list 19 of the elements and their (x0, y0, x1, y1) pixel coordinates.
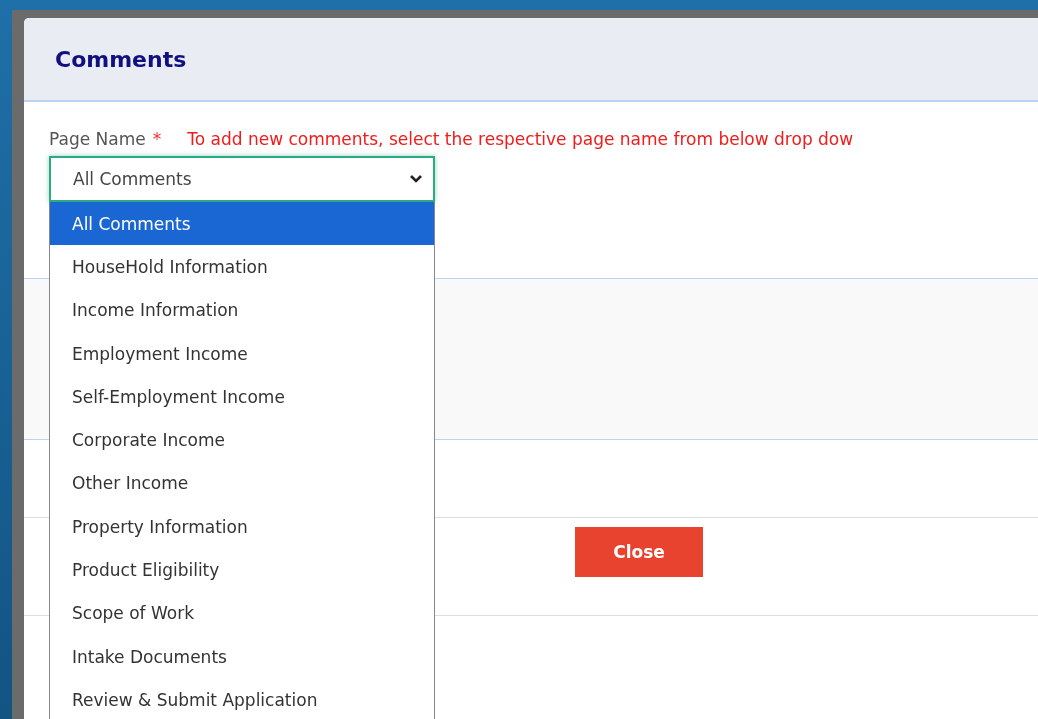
dropdown-option[interactable]: Income Information (50, 288, 434, 332)
dropdown-option[interactable]: All Comments (50, 202, 434, 246)
dropdown-option[interactable]: Other Income (50, 461, 434, 506)
dropdown-option[interactable]: HouseHold Information (50, 245, 434, 289)
dropdown-option[interactable]: Intake Documents (50, 634, 434, 679)
field-label: Page Name (49, 129, 146, 149)
dropdown-option[interactable]: Scope of Work (50, 591, 434, 635)
dropdown-option[interactable]: Self-Employment Income (50, 375, 434, 419)
page-select[interactable]: All Comments (49, 156, 435, 202)
dropdown-option[interactable]: Property Information (50, 505, 434, 549)
dialog-title: Comments (55, 46, 187, 72)
instruction-text: To add new comments, select the respective page name from below drop dow (187, 129, 854, 149)
dropdown-option[interactable]: Employment Income (50, 331, 434, 376)
close-button[interactable]: Close (575, 527, 703, 577)
dropdown-option[interactable]: Corporate Income (50, 418, 434, 462)
dropdown-option[interactable]: Product Eligibility (50, 548, 434, 592)
dropdown-option[interactable]: Review & Submit Application (50, 678, 434, 719)
required-mark: * (152, 129, 162, 149)
chevron-down-icon (409, 174, 423, 184)
